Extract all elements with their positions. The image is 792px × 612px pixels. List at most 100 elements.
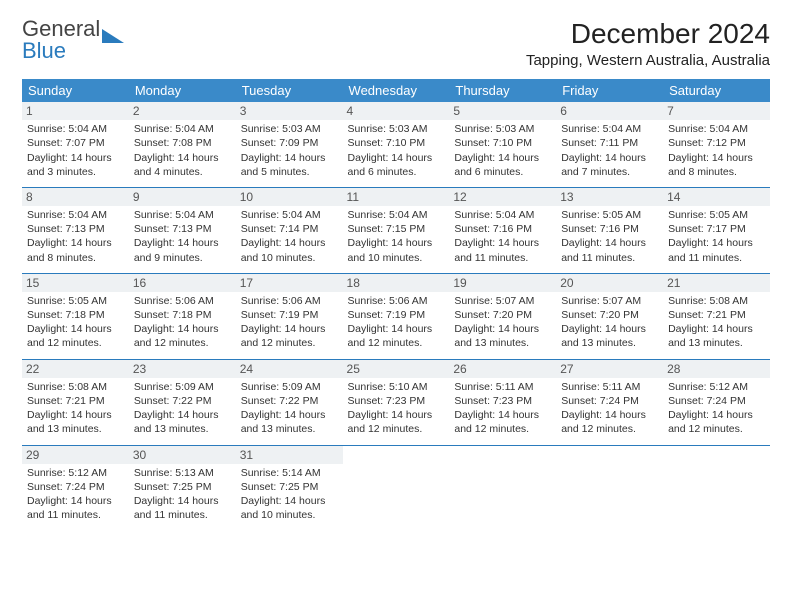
daylight-text: and 3 minutes. [27,165,124,179]
daylight-text: and 12 minutes. [27,336,124,350]
sunset-text: Sunset: 7:19 PM [348,308,445,322]
sunset-text: Sunset: 7:13 PM [27,222,124,236]
sunset-text: Sunset: 7:09 PM [241,136,338,150]
calendar-day-cell: 11Sunrise: 5:04 AMSunset: 7:15 PMDayligh… [343,187,450,273]
day-number: 29 [22,446,129,464]
sunrise-text: Sunrise: 5:08 AM [668,294,765,308]
weekday-header: Wednesday [343,79,450,102]
calendar-day-cell: 20Sunrise: 5:07 AMSunset: 7:20 PMDayligh… [556,273,663,359]
day-number: 10 [236,188,343,206]
day-number: 31 [236,446,343,464]
calendar-day-cell [556,445,663,530]
sunrise-text: Sunrise: 5:03 AM [348,122,445,136]
sunset-text: Sunset: 7:17 PM [668,222,765,236]
daylight-text: Daylight: 14 hours [27,494,124,508]
sunrise-text: Sunrise: 5:03 AM [241,122,338,136]
daylight-text: Daylight: 14 hours [27,151,124,165]
daylight-text: and 11 minutes. [668,251,765,265]
daylight-text: and 12 minutes. [134,336,231,350]
calendar-day-cell: 13Sunrise: 5:05 AMSunset: 7:16 PMDayligh… [556,187,663,273]
daylight-text: Daylight: 14 hours [241,151,338,165]
calendar-day-cell: 22Sunrise: 5:08 AMSunset: 7:21 PMDayligh… [22,359,129,445]
daylight-text: and 9 minutes. [134,251,231,265]
daylight-text: Daylight: 14 hours [27,322,124,336]
calendar-day-cell: 21Sunrise: 5:08 AMSunset: 7:21 PMDayligh… [663,273,770,359]
sunrise-text: Sunrise: 5:04 AM [454,208,551,222]
day-number: 17 [236,274,343,292]
daylight-text: Daylight: 14 hours [348,322,445,336]
sunset-text: Sunset: 7:13 PM [134,222,231,236]
day-number: 15 [22,274,129,292]
calendar-day-cell: 16Sunrise: 5:06 AMSunset: 7:18 PMDayligh… [129,273,236,359]
calendar-day-cell: 5Sunrise: 5:03 AMSunset: 7:10 PMDaylight… [449,102,556,187]
daylight-text: and 13 minutes. [454,336,551,350]
sunrise-text: Sunrise: 5:06 AM [241,294,338,308]
daylight-text: and 8 minutes. [668,165,765,179]
sunrise-text: Sunrise: 5:06 AM [134,294,231,308]
day-number: 23 [129,360,236,378]
daylight-text: and 13 minutes. [27,422,124,436]
day-number: 4 [343,102,450,120]
day-number: 11 [343,188,450,206]
calendar-day-cell: 1 Sunrise: 5:04 AMSunset: 7:07 PMDaylight… [22,102,129,187]
calendar-header-row: SundayMondayTuesdayWednesdayThursdayFrid… [22,79,770,102]
day-number: 2 [129,102,236,120]
sunrise-text: Sunrise: 5:04 AM [561,122,658,136]
sunrise-text: Sunrise: 5:09 AM [241,380,338,394]
calendar-day-cell: 4Sunrise: 5:03 AMSunset: 7:10 PMDaylight… [343,102,450,187]
sunrise-text: Sunrise: 5:09 AM [134,380,231,394]
day-number: 28 [663,360,770,378]
day-number: 1 [22,102,129,120]
daylight-text: and 12 minutes. [454,422,551,436]
day-number: 25 [343,360,450,378]
daylight-text: Daylight: 14 hours [561,236,658,250]
calendar-day-cell: 23Sunrise: 5:09 AMSunset: 7:22 PMDayligh… [129,359,236,445]
daylight-text: and 11 minutes. [561,251,658,265]
sunrise-text: Sunrise: 5:13 AM [134,466,231,480]
sunset-text: Sunset: 7:21 PM [668,308,765,322]
weekday-header: Saturday [663,79,770,102]
sunset-text: Sunset: 7:15 PM [348,222,445,236]
sunrise-text: Sunrise: 5:04 AM [668,122,765,136]
calendar-week-row: 22Sunrise: 5:08 AMSunset: 7:21 PMDayligh… [22,359,770,445]
day-number: 16 [129,274,236,292]
sunset-text: Sunset: 7:21 PM [27,394,124,408]
day-number: 14 [663,188,770,206]
daylight-text: and 8 minutes. [27,251,124,265]
calendar-day-cell: 24Sunrise: 5:09 AMSunset: 7:22 PMDayligh… [236,359,343,445]
daylight-text: and 13 minutes. [241,422,338,436]
sunset-text: Sunset: 7:07 PM [27,136,124,150]
daylight-text: Daylight: 14 hours [134,236,231,250]
weekday-header: Friday [556,79,663,102]
sunrise-text: Sunrise: 5:05 AM [668,208,765,222]
daylight-text: Daylight: 14 hours [134,494,231,508]
header: General Blue December 2024 Tapping, West… [22,18,770,69]
calendar-day-cell: 26Sunrise: 5:11 AMSunset: 7:23 PMDayligh… [449,359,556,445]
sunrise-text: Sunrise: 5:10 AM [348,380,445,394]
sunset-text: Sunset: 7:14 PM [241,222,338,236]
sunrise-text: Sunrise: 5:07 AM [454,294,551,308]
day-number: 22 [22,360,129,378]
sunset-text: Sunset: 7:20 PM [454,308,551,322]
day-number: 13 [556,188,663,206]
sunrise-text: Sunrise: 5:06 AM [348,294,445,308]
sunrise-text: Sunrise: 5:04 AM [27,122,124,136]
day-number: 12 [449,188,556,206]
sunset-text: Sunset: 7:19 PM [241,308,338,322]
daylight-text: and 12 minutes. [241,336,338,350]
sunset-text: Sunset: 7:24 PM [561,394,658,408]
sunset-text: Sunset: 7:24 PM [27,480,124,494]
daylight-text: and 12 minutes. [668,422,765,436]
sunset-text: Sunset: 7:20 PM [561,308,658,322]
day-number: 19 [449,274,556,292]
sunrise-text: Sunrise: 5:05 AM [561,208,658,222]
daylight-text: and 10 minutes. [241,508,338,522]
sunrise-text: Sunrise: 5:12 AM [668,380,765,394]
day-number: 30 [129,446,236,464]
calendar-week-row: 15Sunrise: 5:05 AMSunset: 7:18 PMDayligh… [22,273,770,359]
day-number: 26 [449,360,556,378]
calendar-table: SundayMondayTuesdayWednesdayThursdayFrid… [22,79,770,530]
daylight-text: and 10 minutes. [348,251,445,265]
day-number: 3 [236,102,343,120]
title-block: December 2024 Tapping, Western Australia… [526,18,770,69]
